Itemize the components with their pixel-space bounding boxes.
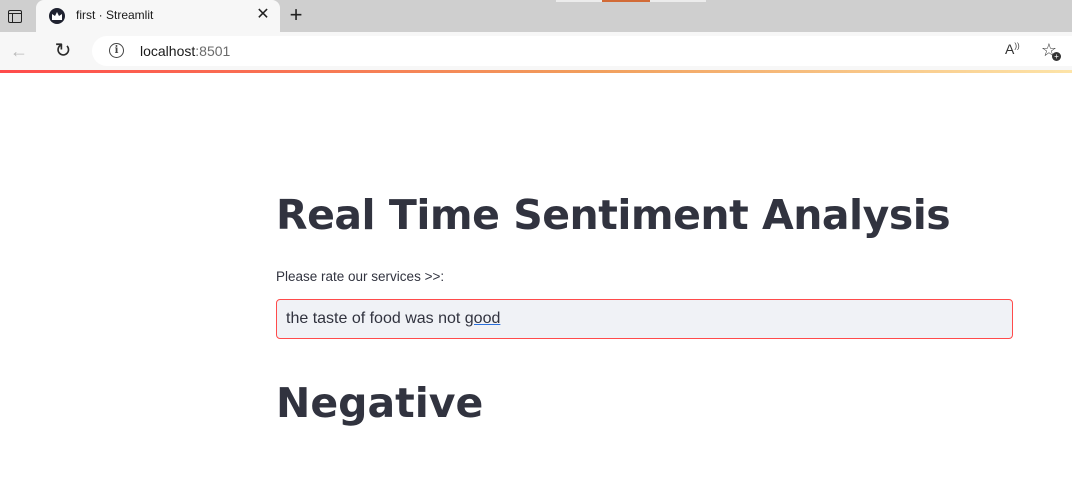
back-button[interactable]: ←	[8, 40, 30, 62]
favorite-plus-icon: +	[1052, 52, 1061, 61]
address-text[interactable]: localhost:8501	[140, 43, 230, 59]
rating-input-label: Please rate our services >>:	[276, 269, 445, 284]
reload-button[interactable]: ↻	[52, 40, 74, 62]
read-aloud-icon: A	[1005, 41, 1015, 57]
address-host: localhost	[140, 43, 196, 59]
tab-title: first · Streamlit	[76, 8, 154, 22]
page-title: Real Time Sentiment Analysis	[276, 191, 951, 239]
tab-actions-icon	[8, 9, 22, 23]
tab-strip: first · Streamlit ✕ +	[0, 0, 1072, 32]
site-info-icon[interactable]: i	[109, 43, 124, 58]
read-aloud-button[interactable]: A))	[1005, 41, 1020, 57]
crown-icon	[52, 12, 62, 20]
browser-toolbar: ← ↻ i localhost:8501 A)) ☆ +	[0, 32, 1072, 70]
tab-actions-button[interactable]	[4, 5, 26, 27]
add-favorite-button[interactable]: ☆ +	[1038, 39, 1061, 61]
browser-tab-active[interactable]: first · Streamlit ✕	[36, 0, 280, 32]
rating-text-input[interactable]: the taste of food was not good	[276, 299, 1013, 339]
tab-strip-indicator-accent	[602, 0, 650, 2]
streamlit-header-decoration	[0, 70, 1072, 73]
sentiment-result: Negative	[276, 379, 484, 427]
rating-input-text: the taste of food was not	[286, 310, 465, 327]
new-tab-button[interactable]: +	[283, 3, 309, 29]
tab-close-icon[interactable]: ✕	[254, 6, 272, 24]
streamlit-favicon-icon	[49, 8, 65, 24]
address-bar[interactable]: i localhost:8501 A)) ☆ +	[92, 36, 1072, 66]
tab-strip-indicator	[556, 0, 706, 2]
rating-input-flagged-word: good	[464, 310, 501, 327]
address-port: :8501	[195, 43, 231, 59]
